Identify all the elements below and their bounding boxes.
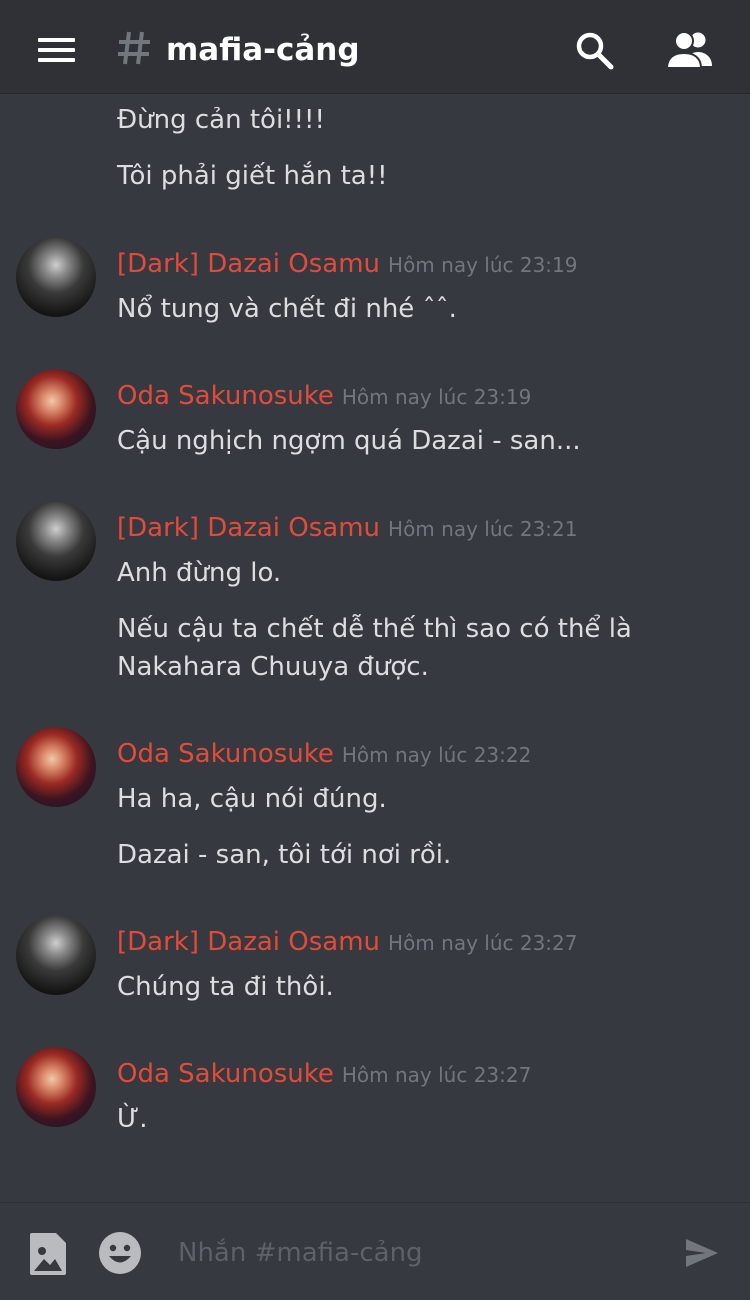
message-timestamp: Hôm nay lúc 23:27	[341, 1063, 532, 1087]
author-name[interactable]: Oda Sakunosuke	[117, 739, 334, 769]
message-text: Cậu nghịch ngợm quá Dazai - san...	[117, 426, 581, 456]
message-header: [Dark] Dazai Osamu Hôm nay lúc 23:21	[117, 509, 578, 550]
message-text: Nổ tung và chết đi nhé ˆˆ.	[117, 294, 457, 324]
message-timestamp: Hôm nay lúc 23:19	[388, 253, 578, 277]
search-icon[interactable]	[574, 30, 614, 70]
avatar[interactable]	[16, 1047, 96, 1127]
author-name[interactable]: Oda Sakunosuke	[117, 1059, 334, 1089]
message-text: Dazai - san, tôi tới nơi rồi.	[117, 840, 452, 870]
image-upload-icon[interactable]	[28, 1231, 68, 1277]
message-timestamp: Hôm nay lúc 23:22	[341, 743, 532, 767]
message-header: [Dark] Dazai Osamu Hôm nay lúc 23:27	[117, 923, 578, 964]
author-name[interactable]: [Dark] Dazai Osamu	[117, 927, 380, 957]
message-header: [Dark] Dazai Osamu Hôm nay lúc 23:19	[117, 245, 578, 286]
message-text: Nếu cậu ta chết dễ thế thì sao có thể là	[117, 614, 632, 644]
send-icon[interactable]	[684, 1237, 720, 1269]
author-name[interactable]: [Dark] Dazai Osamu	[117, 513, 380, 543]
message-header: Oda Sakunosuke Hôm nay lúc 23:27	[117, 1055, 531, 1096]
message-header: Oda Sakunosuke Hôm nay lúc 23:22	[117, 735, 531, 776]
avatar[interactable]	[16, 369, 96, 449]
message-text: Nakahara Chuuya được.	[117, 652, 429, 682]
avatar[interactable]	[16, 501, 96, 581]
emoji-icon[interactable]	[98, 1231, 142, 1275]
message-timestamp: Hôm nay lúc 23:21	[388, 517, 578, 541]
message-composer	[0, 1202, 750, 1300]
avatar[interactable]	[16, 727, 96, 807]
avatar[interactable]	[16, 237, 96, 317]
members-icon[interactable]	[666, 30, 714, 70]
message-text: Ừ.	[117, 1104, 148, 1134]
message-timestamp: Hôm nay lúc 23:27	[388, 931, 578, 955]
message-text: Chúng ta đi thôi.	[117, 972, 334, 1002]
channel-header: mafia-cảng	[0, 0, 750, 94]
avatar[interactable]	[16, 915, 96, 995]
message-timestamp: Hôm nay lúc 23:19	[341, 385, 532, 409]
message-list[interactable]: Đừng cản tôi!!!! Tôi phải giết hắn ta!! …	[0, 95, 750, 1202]
message-header: Oda Sakunosuke Hôm nay lúc 23:19	[117, 377, 531, 418]
author-name[interactable]: Oda Sakunosuke	[117, 381, 334, 411]
message-text: Anh đừng lo.	[117, 558, 282, 588]
message-input[interactable]	[178, 1233, 658, 1273]
hamburger-menu-icon[interactable]	[38, 38, 75, 62]
author-name[interactable]: [Dark] Dazai Osamu	[117, 249, 380, 279]
hash-icon	[118, 31, 150, 65]
message-text: Ha ha, cậu nói đúng.	[117, 784, 387, 814]
message-text: Đừng cản tôi!!!!	[117, 105, 325, 135]
channel-title: mafia-cảng	[166, 32, 360, 68]
message-text: Tôi phải giết hắn ta!!	[117, 161, 388, 191]
